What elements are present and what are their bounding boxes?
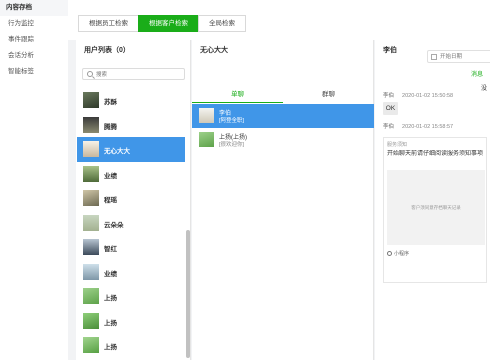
tab-group-chat[interactable]: 群聊 (283, 89, 374, 103)
message-bubble: OK (383, 102, 398, 115)
conversation-panel: 无心大大 单聊 群聊 李伯 [阿登全职] 上扬(上扬) [很欢迎你] (192, 40, 374, 360)
conversation-subtitle: [阿登全职] (219, 118, 245, 124)
user-search-box (82, 68, 185, 80)
conversation-type-tabs: 单聊 群聊 (192, 89, 374, 103)
tab-search-by-employee[interactable]: 根据员工检索 (78, 15, 139, 32)
user-list-item[interactable]: 云朵朵 (77, 211, 185, 236)
user-search-input[interactable] (96, 70, 181, 79)
user-name: 无心大大 (104, 148, 130, 155)
message-meta: 李伯 2020-01-02 15:58:57 (383, 122, 453, 130)
card-title: 开始聊天前请仔细阅读服务须知事项 (387, 151, 484, 157)
avatar (83, 165, 99, 182)
user-list-item[interactable]: 腾腾 (77, 113, 185, 138)
user-list-item[interactable]: 上扬 (77, 309, 185, 334)
user-list-item[interactable]: 上扬 (77, 333, 185, 358)
user-name: 腾腾 (104, 123, 117, 131)
user-name: 程瑶 (104, 197, 117, 204)
user-list-item[interactable]: 业绩 (77, 260, 185, 285)
tab-global-search[interactable]: 全局检索 (198, 15, 246, 32)
user-name: 上扬 (104, 319, 117, 327)
user-name: 业绩 (104, 172, 117, 180)
topbar: 根据员工检索 根据客户检索 全局检索 (68, 0, 490, 40)
avatar (83, 214, 99, 231)
search-mode-tabs: 根据员工检索 根据客户检索 全局检索 (78, 15, 246, 32)
search-icon (87, 71, 93, 77)
avatar (83, 312, 99, 329)
avatar (83, 116, 99, 133)
conversation-panel-title: 无心大大 (200, 47, 228, 54)
avatar (199, 108, 214, 123)
sidebar-item-behavior-monitor[interactable]: 行为监控 (0, 16, 68, 32)
message-sender: 李伯 (383, 93, 395, 99)
avatar (83, 337, 99, 353)
conversation-subtitle: [很欢迎你] (219, 142, 245, 148)
sidebar-item-smart-tags[interactable]: 智能标签 (0, 64, 68, 80)
start-date-input[interactable] (440, 53, 490, 61)
avatar (83, 190, 99, 206)
message-sender: 李伯 (383, 124, 395, 130)
user-list-scrollbar[interactable] (186, 230, 190, 358)
sidebar: 内容存档 行为监控 事件跟踪 会话分析 智能标签 (0, 0, 68, 360)
user-name: 苏酥 (104, 99, 117, 106)
clipped-text: 没 (481, 86, 488, 92)
user-list-item[interactable]: 上扬 (77, 284, 185, 309)
avatar (83, 141, 99, 157)
mini-program-card[interactable]: 服务须知 开始聊天前请仔细阅读服务须知事项 客户须同意存档聊天记录 小程序 (383, 137, 487, 283)
calendar-icon (431, 54, 437, 60)
user-list-item[interactable]: 程瑶 (77, 186, 185, 211)
user-list-panel: 用户列表（0） 苏酥腾腾无心大大业绩程瑶云朵朵智红业绩上扬上扬上扬 (76, 40, 191, 360)
user-list: 苏酥 腾腾 无心大大 业绩 程瑶 云朵朵 智红 业绩 上扬 上扬 上扬 (76, 88, 191, 358)
user-list-item[interactable]: 业绩 (77, 162, 185, 187)
avatar (199, 132, 214, 147)
card-image: 客户须同意存档聊天记录 (387, 170, 485, 245)
sidebar-item-session-analysis[interactable]: 会话分析 (0, 48, 68, 64)
chat-detail-panel: 李伯 消息 没 李伯 2020-01-02 15:50:58 OK 李伯 2020-… (375, 40, 490, 360)
conversation-item[interactable]: 上扬(上扬) [很欢迎你] (192, 128, 374, 152)
card-footer-label: 小程序 (394, 251, 410, 257)
tab-search-by-customer[interactable]: 根据客户检索 (138, 15, 199, 32)
user-name: 云朵朵 (104, 221, 124, 229)
avatar (83, 92, 99, 108)
sidebar-title: 内容存档 (0, 0, 68, 16)
avatar (83, 239, 99, 255)
card-source: 服务须知 (387, 142, 408, 148)
user-list-item[interactable]: 智红 (77, 235, 185, 260)
user-name: 业绩 (104, 270, 117, 278)
mini-program-icon (387, 251, 392, 257)
message-link[interactable]: 消息 (471, 69, 483, 78)
date-picker[interactable] (427, 50, 490, 63)
user-name: 智红 (104, 246, 117, 253)
sidebar-item-event-tracking[interactable]: 事件跟踪 (0, 32, 68, 48)
message-time: 2020-01-02 15:58:57 (402, 124, 454, 130)
tab-single-chat[interactable]: 单聊 (192, 89, 283, 103)
message-time: 2020-01-02 15:50:58 (402, 93, 454, 99)
card-image-caption: 客户须同意存档聊天记录 (411, 205, 461, 210)
card-footer: 小程序 (387, 250, 409, 257)
user-name: 上扬 (104, 295, 117, 302)
message-meta: 李伯 2020-01-02 15:50:58 (383, 91, 453, 99)
avatar (83, 263, 99, 280)
user-list-item[interactable]: 苏酥 (77, 88, 185, 113)
user-list-item[interactable]: 无心大大 (77, 137, 185, 162)
conversation-list: 李伯 [阿登全职] 上扬(上扬) [很欢迎你] (192, 104, 374, 152)
user-list-title: 用户列表（0） (84, 47, 130, 54)
conversation-item[interactable]: 李伯 [阿登全职] (192, 104, 374, 128)
user-name: 上扬 (104, 344, 117, 351)
avatar (83, 288, 99, 304)
